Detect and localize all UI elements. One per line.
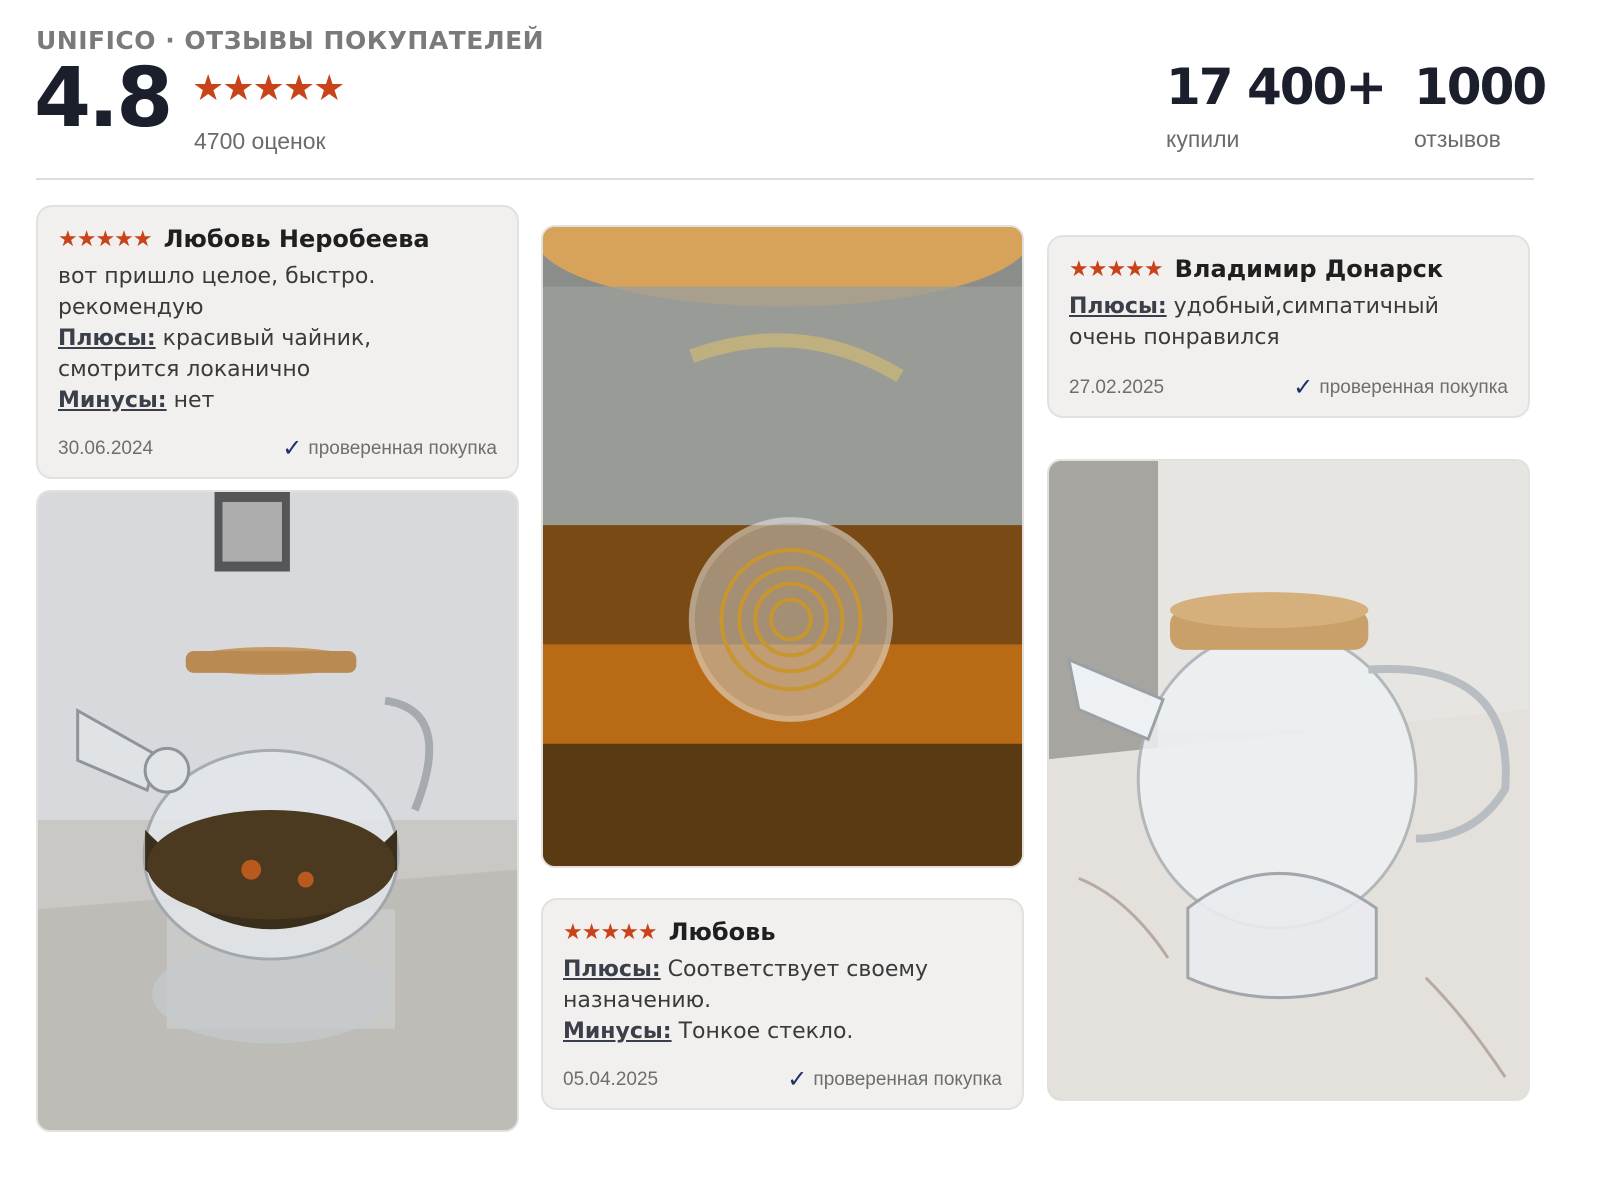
ratings-count: 4700 оценок bbox=[194, 128, 326, 154]
reviews-label: отзывов bbox=[1414, 126, 1501, 152]
reviews-stat: 1000 отзывов bbox=[1414, 58, 1547, 153]
review-photo[interactable] bbox=[541, 225, 1024, 868]
review-photo[interactable] bbox=[1047, 459, 1530, 1101]
cons-label: Минусы: bbox=[563, 1019, 672, 1044]
review-photo[interactable] bbox=[36, 490, 519, 1132]
review-stars-icon: ★★★★★ bbox=[563, 919, 658, 944]
review-body: вот пришло целое, быстро. рекомендую bbox=[58, 264, 376, 320]
review-date: 27.02.2025 bbox=[1069, 376, 1165, 398]
pros-label: Плюсы: bbox=[58, 326, 156, 351]
review-date: 30.06.2024 bbox=[58, 437, 154, 459]
review-text: вот пришло целое, быстро. рекомендую Плю… bbox=[58, 261, 497, 416]
verified-label: проверенная покупка bbox=[813, 1068, 1002, 1090]
pros-label: Плюсы: bbox=[1069, 294, 1167, 319]
empty-teapot-photo-image bbox=[1049, 461, 1528, 1099]
cons-text: нет bbox=[173, 388, 215, 413]
review-text: Плюсы: Соответствует своему назначению. … bbox=[563, 954, 1002, 1047]
cons-text: Тонкое стекло. bbox=[678, 1019, 854, 1044]
rating-stars-icon: ★★★★★ bbox=[192, 67, 345, 108]
verified-badge: ✓ проверенная покупка bbox=[1293, 373, 1508, 402]
pros-label: Плюсы: bbox=[563, 957, 661, 982]
review-card[interactable]: ★★★★★ Любовь Плюсы: Соответствует своему… bbox=[541, 898, 1024, 1110]
review-stars-icon: ★★★★★ bbox=[58, 226, 153, 251]
review-author: Любовь bbox=[668, 918, 776, 946]
average-rating: 4.8 bbox=[34, 51, 173, 146]
strainer-photo-image bbox=[543, 227, 1022, 866]
reviews-value: 1000 bbox=[1414, 58, 1547, 116]
review-author: Любовь Неробеева bbox=[163, 225, 430, 253]
review-card[interactable]: ★★★★★ Любовь Неробеева вот пришло целое,… bbox=[36, 205, 519, 479]
cons-label: Минусы: bbox=[58, 388, 167, 413]
verified-badge: ✓ проверенная покупка bbox=[282, 434, 497, 463]
review-card[interactable]: ★★★★★ Владимир Донарск Плюсы: удобный,си… bbox=[1047, 235, 1530, 418]
verified-badge: ✓ проверенная покупка bbox=[787, 1065, 1002, 1094]
teapot-photo-image bbox=[38, 492, 517, 1130]
header-divider bbox=[36, 178, 1534, 180]
verified-label: проверенная покупка bbox=[1319, 376, 1508, 398]
review-text: Плюсы: удобный,симпатичный очень понрави… bbox=[1069, 291, 1508, 353]
check-icon: ✓ bbox=[282, 435, 303, 462]
bought-value: 17 400+ bbox=[1166, 58, 1387, 116]
verified-label: проверенная покупка bbox=[308, 437, 497, 459]
check-icon: ✓ bbox=[1293, 374, 1314, 401]
review-date: 05.04.2025 bbox=[563, 1068, 659, 1090]
check-icon: ✓ bbox=[787, 1066, 808, 1093]
review-author: Владимир Донарск bbox=[1174, 255, 1444, 283]
review-stars-icon: ★★★★★ bbox=[1069, 256, 1164, 281]
bought-label: купили bbox=[1166, 126, 1240, 152]
bought-stat: 17 400+ купили bbox=[1166, 58, 1387, 153]
